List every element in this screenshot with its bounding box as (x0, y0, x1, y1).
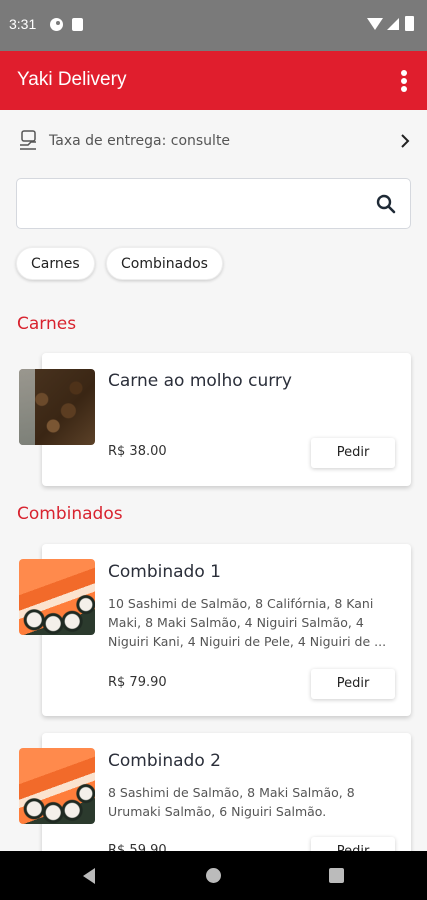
product-image (19, 559, 95, 635)
battery-icon (405, 16, 414, 31)
product-image (19, 369, 95, 445)
sim-icon (72, 18, 83, 31)
delivery-fee-row[interactable]: Taxa de entrega: consulte (0, 116, 427, 166)
status-icons (367, 16, 419, 34)
product-price: R$ 79.90 (108, 675, 167, 690)
chevron-right-icon (401, 134, 410, 148)
home-icon[interactable] (206, 868, 221, 883)
chip-combinados[interactable]: Combinados (106, 247, 223, 280)
delivery-fee-text: Taxa de entrega: consulte (49, 133, 231, 149)
section-title-carnes: Carnes (17, 314, 77, 334)
wifi-icon (367, 18, 383, 30)
order-button[interactable]: Pedir (311, 438, 395, 468)
status-bar: 3:31 (0, 0, 427, 51)
product-price: R$ 38.00 (108, 444, 167, 459)
delivery-icon (20, 130, 36, 150)
system-nav-bar (0, 851, 427, 900)
search-input[interactable] (16, 178, 411, 229)
product-name: Carne ao molho curry (108, 371, 292, 391)
app-bar: Yaki Delivery (0, 51, 427, 110)
cell-signal-icon (387, 18, 399, 30)
product-name: Combinado 1 (108, 562, 221, 582)
notification-icon (50, 18, 63, 31)
product-card[interactable]: Combinado 1 10 Sashimi de Salmão, 8 Cali… (42, 544, 411, 716)
chip-carnes[interactable]: Carnes (16, 247, 95, 280)
product-image (19, 748, 95, 824)
product-description: 10 Sashimi de Salmão, 8 Califórnia, 8 Ka… (108, 596, 387, 649)
product-card[interactable]: Carne ao molho curry R$ 38.00 Pedir (42, 353, 411, 486)
more-vert-icon[interactable] (401, 70, 409, 92)
product-name: Combinado 2 (108, 751, 221, 771)
order-button[interactable]: Pedir (311, 669, 395, 699)
product-description: 8 Sashimi de Salmão, 8 Maki Salmão, 8 Ur… (108, 785, 355, 819)
section-title-combinados: Combinados (17, 504, 123, 524)
status-time: 3:31 (9, 16, 37, 32)
back-icon[interactable] (83, 868, 95, 884)
app-title: Yaki Delivery (17, 69, 127, 90)
recents-icon[interactable] (329, 868, 344, 883)
search-icon[interactable] (376, 194, 396, 214)
